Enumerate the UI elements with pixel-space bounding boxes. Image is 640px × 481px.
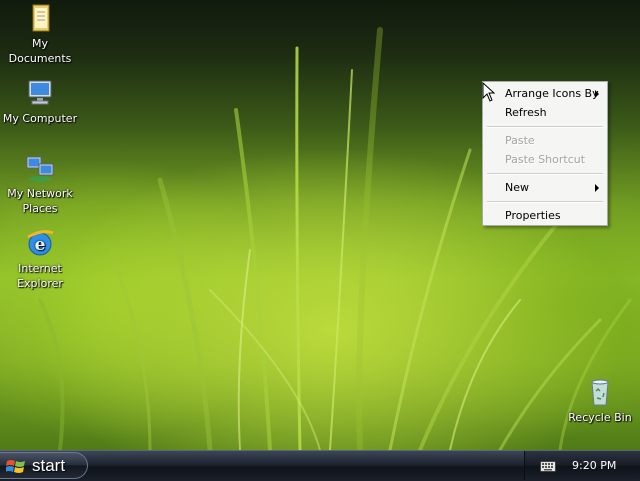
menu-separator	[487, 173, 603, 175]
menu-item-label: Properties	[505, 209, 561, 222]
internet-explorer-icon: e	[24, 227, 56, 259]
menu-item-properties[interactable]: Properties	[485, 207, 605, 225]
menu-item-new[interactable]: New	[485, 179, 605, 197]
menu-item-label: Paste Shortcut	[505, 153, 586, 166]
svg-text:e: e	[35, 235, 46, 255]
menu-item-paste-shortcut[interactable]: Paste Shortcut	[485, 151, 605, 169]
recycle-bin-icon	[584, 376, 616, 408]
my-documents-icon	[24, 2, 56, 34]
taskbar: start 9:20 PM	[0, 450, 640, 481]
mouse-cursor-icon	[482, 82, 496, 102]
submenu-arrow-icon	[595, 90, 599, 98]
system-tray: 9:20 PM	[524, 451, 640, 480]
desktop-icon-label: Places	[22, 202, 58, 215]
desktop-icon-label: My Documents	[8, 37, 72, 65]
menu-item-label: Paste	[505, 134, 535, 147]
my-computer-icon	[24, 77, 56, 109]
desktop-icon-my-documents[interactable]: My Documents	[0, 2, 80, 66]
desktop-icon-label: Recycle Bin	[568, 411, 632, 424]
windows-logo-icon	[5, 458, 26, 479]
menu-item-paste[interactable]: Paste	[485, 132, 605, 150]
desktop-icon-internet-explorer[interactable]: e Internet Explorer	[0, 227, 80, 291]
start-button[interactable]: start	[0, 452, 88, 479]
menu-item-label: Arrange Icons By	[505, 87, 599, 100]
desktop-icon-label: Internet	[18, 262, 62, 275]
submenu-arrow-icon	[595, 184, 599, 192]
desktop-icon-label: Explorer	[17, 277, 63, 290]
desktop[interactable]: My Documents My Computer My Network Plac…	[0, 0, 640, 450]
desktop-icon-recycle-bin[interactable]: Recycle Bin	[560, 376, 640, 425]
desktop-icon-label: My Network	[7, 187, 73, 200]
my-network-places-icon	[24, 152, 56, 184]
desktop-context-menu: Arrange Icons By Refresh Paste Paste Sho…	[482, 81, 608, 226]
menu-item-label: New	[505, 181, 529, 194]
clock[interactable]: 9:20 PM	[572, 459, 616, 472]
menu-separator	[487, 201, 603, 203]
desktop-icon-my-network-places[interactable]: My Network Places	[0, 152, 80, 216]
menu-separator	[487, 126, 603, 128]
menu-item-refresh[interactable]: Refresh	[485, 104, 605, 122]
start-label: start	[32, 456, 66, 475]
desktop-icon-label: My Computer	[2, 112, 78, 125]
menu-item-arrange-icons-by[interactable]: Arrange Icons By	[485, 85, 605, 103]
keyboard-icon[interactable]	[540, 461, 556, 475]
desktop-icon-my-computer[interactable]: My Computer	[0, 77, 80, 126]
menu-item-label: Refresh	[505, 106, 547, 119]
